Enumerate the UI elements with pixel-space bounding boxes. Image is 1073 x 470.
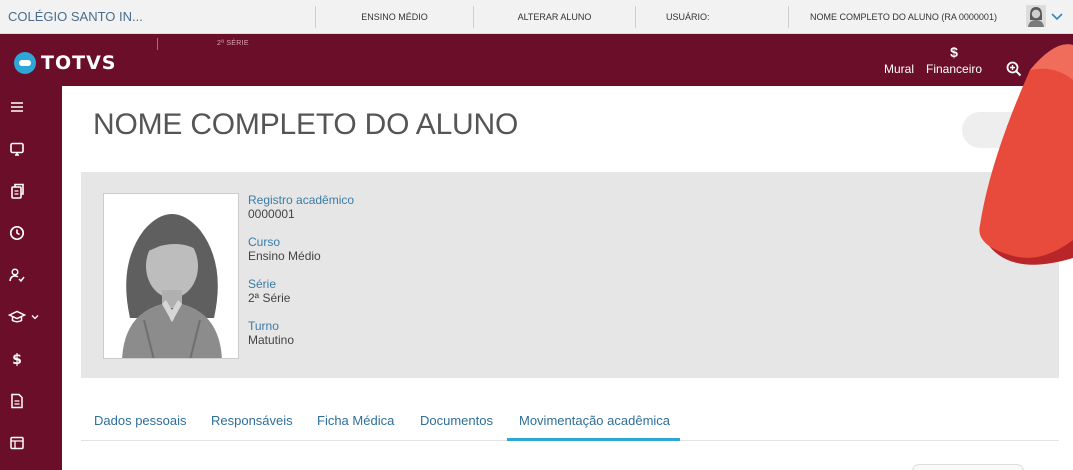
nav-mural[interactable]: Mural bbox=[884, 44, 914, 76]
user-avatar-icon[interactable] bbox=[1026, 5, 1046, 27]
logo-mark-icon bbox=[14, 52, 36, 74]
sidebar-item-dashboard[interactable] bbox=[0, 128, 62, 170]
sidebar-item-menu[interactable] bbox=[0, 86, 62, 128]
sidebar-item-financial[interactable]: $ bbox=[0, 338, 62, 380]
clock-icon bbox=[9, 225, 25, 241]
mural-icon bbox=[884, 44, 914, 60]
field-value-registro: 0000001 bbox=[248, 207, 295, 221]
pointer-arrow-icon bbox=[979, 44, 1073, 265]
sidebar-item-documents[interactable] bbox=[0, 170, 62, 212]
profile-tabs: Dados pessoais Responsáveis Ficha Médica… bbox=[81, 402, 1059, 441]
field-value-curso: Ensino Médio bbox=[248, 249, 321, 263]
sidebar-item-academic[interactable] bbox=[0, 296, 62, 338]
sidebar-item-attendance[interactable] bbox=[0, 254, 62, 296]
active-tab-indicator bbox=[507, 438, 680, 441]
sidebar-item-calendar[interactable] bbox=[0, 422, 62, 464]
tab-dados-pessoais[interactable]: Dados pessoais bbox=[94, 413, 187, 428]
svg-text:$: $ bbox=[12, 352, 22, 368]
field-value-serie: 2ª Série bbox=[248, 291, 291, 305]
documents-icon bbox=[11, 183, 24, 199]
chevron-down-icon[interactable] bbox=[1049, 8, 1065, 24]
student-avatar-icon bbox=[104, 194, 238, 358]
tab-responsaveis[interactable]: Responsáveis bbox=[211, 413, 293, 428]
nav-mural-label: Mural bbox=[884, 62, 915, 76]
user-check-icon bbox=[9, 268, 25, 283]
page-title: NOME COMPLETO DO ALUNO bbox=[93, 108, 519, 141]
field-value-turno: Matutino bbox=[248, 333, 295, 347]
sidebar: $ bbox=[0, 86, 62, 470]
student-info: Registro acadêmico 0000001 Curso Ensino … bbox=[248, 193, 354, 361]
logo-text: TOTVS bbox=[41, 52, 117, 74]
field-label-curso: Curso bbox=[248, 235, 281, 249]
sidebar-item-reports[interactable] bbox=[0, 380, 62, 422]
top-bar: COLÉGIO SANTO IN... ENSINO MÉDIO ALTERAR… bbox=[0, 0, 1073, 34]
file-icon bbox=[11, 393, 23, 409]
app-header: 2ª SÉRIE TOTVS Mural $ Financeiro bbox=[0, 34, 1073, 86]
student-name-ra[interactable]: NOME COMPLETO DO ALUNO (RA 0000001) bbox=[788, 5, 1018, 28]
totvs-logo[interactable]: TOTVS bbox=[14, 52, 116, 74]
field-label-serie: Série bbox=[248, 277, 277, 291]
tab-movimentacao-academica[interactable]: Movimentação acadêmica bbox=[519, 413, 670, 428]
level-selector[interactable]: ENSINO MÉDIO bbox=[315, 5, 473, 28]
user-label: USUÁRIO: bbox=[635, 5, 788, 28]
chevron-down-icon bbox=[31, 315, 39, 320]
field-label-turno: Turno bbox=[248, 319, 279, 333]
serie-indicator: 2ª SÉRIE bbox=[217, 40, 249, 47]
monitor-icon bbox=[10, 142, 24, 156]
header-divider bbox=[157, 38, 158, 50]
student-photo bbox=[103, 193, 239, 359]
field-label-registro: Registro acadêmico bbox=[248, 193, 355, 207]
sidebar-item-history[interactable] bbox=[0, 212, 62, 254]
menu-icon bbox=[11, 102, 23, 112]
graduation-cap-icon bbox=[8, 310, 26, 323]
calendar-icon bbox=[10, 436, 24, 450]
tab-documentos[interactable]: Documentos bbox=[420, 413, 493, 428]
dollar-icon: $ bbox=[12, 352, 22, 368]
change-student-link[interactable]: ALTERAR ALUNO bbox=[473, 5, 635, 28]
partial-button[interactable] bbox=[912, 464, 1024, 470]
school-name[interactable]: COLÉGIO SANTO IN... bbox=[0, 9, 315, 24]
tab-ficha-medica[interactable]: Ficha Médica bbox=[317, 413, 394, 428]
